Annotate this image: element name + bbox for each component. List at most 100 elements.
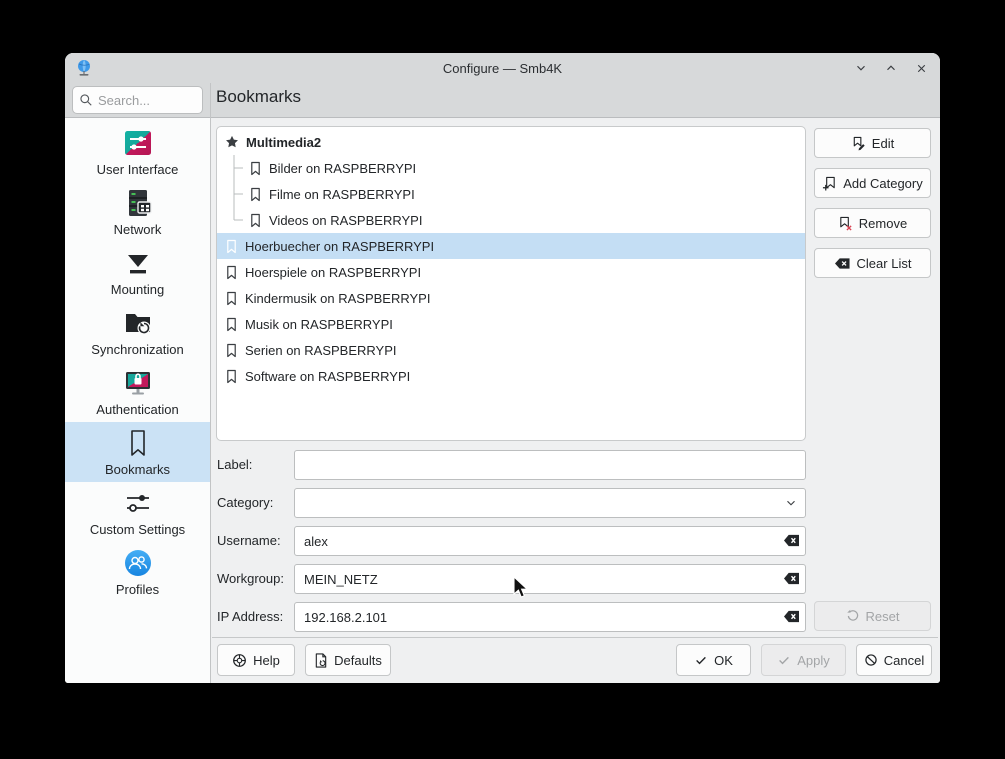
reset-button[interactable]: Reset [814,601,931,631]
bookmark-category-row[interactable]: Multimedia2 [217,129,805,155]
clear-text-icon[interactable] [783,609,800,624]
minimize-button[interactable] [850,57,872,79]
mounting-icon [122,247,154,279]
bookmark-icon [225,265,238,280]
bookmark-icon [249,161,262,176]
bookmark-label: Bilder on RASPBERRYPI [269,161,416,176]
bookmark-row[interactable]: Bilder on RASPBERRYPI [217,155,805,181]
sidebar-item-label: Custom Settings [90,522,185,537]
apply-button[interactable]: Apply [761,644,846,676]
ip-field-wrap [294,602,806,632]
sidebar-item-label: Synchronization [91,342,184,357]
header: Bookmarks [65,83,940,118]
defaults-button[interactable]: Defaults [305,644,391,676]
user-interface-icon [122,127,154,159]
bookmark-icon [249,187,262,202]
bookmark-icon [225,317,238,332]
reset-undo-icon [846,609,860,623]
close-icon [915,62,928,75]
workgroup-field-label: Workgroup: [217,564,292,594]
bookmark-row[interactable]: Serien on RASPBERRYPI [217,337,805,363]
sidebar-item-authentication[interactable]: Authentication [65,362,210,422]
settings-sidebar: User Interface Network Mounting Synchron… [65,118,210,683]
bookmark-row[interactable]: Software on RASPBERRYPI [217,363,805,389]
username-input[interactable] [294,526,806,556]
check-icon [777,653,791,667]
desktop: Configure — Smb4K [0,0,1005,759]
ip-address-input[interactable] [294,602,806,632]
search-box[interactable] [72,86,203,114]
bookmark-label: Musik on RASPBERRYPI [245,317,393,332]
chevron-down-icon [784,496,798,510]
close-button[interactable] [910,57,932,79]
category-field-wrap [294,488,806,518]
bookmark-icon [225,239,238,254]
network-icon [122,187,154,219]
bookmark-list[interactable]: Multimedia2 Bilder on RASPBERRYPI Filme … [216,126,806,441]
chevron-down-icon [854,61,868,75]
bookmarks-page: Multimedia2 Bilder on RASPBERRYPI Filme … [210,118,940,683]
sidebar-item-label: Authentication [96,402,178,417]
category-select[interactable] [294,488,806,518]
bookmark-row[interactable]: Filme on RASPBERRYPI [217,181,805,207]
clear-text-icon[interactable] [783,571,800,586]
bookmark-label: Multimedia2 [246,135,321,150]
bookmark-icon [122,427,154,459]
maximize-button[interactable] [880,57,902,79]
check-icon [694,653,708,667]
sidebar-item-label: Bookmarks [105,462,170,477]
workgroup-input[interactable] [294,564,806,594]
bookmark-row[interactable]: Videos on RASPBERRYPI [217,207,805,233]
sidebar-item-custom-settings[interactable]: Custom Settings [65,482,210,542]
bookmark-row[interactable]: Kindermusik on RASPBERRYPI [217,285,805,311]
label-field-wrap [294,450,806,480]
sidebar-item-user-interface[interactable]: User Interface [65,122,210,182]
custom-settings-icon [122,487,154,519]
clear-text-icon[interactable] [783,533,800,548]
bookmark-icon [225,343,238,358]
bookmark-label: Hoerspiele on RASPBERRYPI [245,265,421,280]
bookmark-row[interactable]: Hoerbuecher on RASPBERRYPI [217,233,805,259]
bookmark-label: Hoerbuecher on RASPBERRYPI [245,239,434,254]
edit-button[interactable]: Edit [814,128,931,158]
help-button[interactable]: Help [217,644,295,676]
add-category-icon [822,176,837,191]
titlebar[interactable]: Configure — Smb4K [65,53,940,83]
window-controls [850,53,932,83]
bookmark-label: Serien on RASPBERRYPI [245,343,397,358]
synchronization-icon [122,307,154,339]
search-icon [79,93,93,107]
remove-bookmark-icon [838,216,853,231]
defaults-document-icon [314,653,328,668]
sidebar-item-mounting[interactable]: Mounting [65,242,210,302]
ip-field-label: IP Address: [217,602,292,632]
cancel-button[interactable]: Cancel [856,644,932,676]
category-field-label: Category: [217,488,292,518]
sidebar-divider [210,83,211,683]
add-category-button[interactable]: Add Category [814,168,931,198]
sidebar-item-label: User Interface [97,162,179,177]
star-icon [225,135,239,149]
profiles-icon [122,547,154,579]
chevron-up-icon [884,61,898,75]
bookmark-icon [249,213,262,228]
clear-list-button[interactable]: Clear List [814,248,931,278]
bookmark-label: Videos on RASPBERRYPI [269,213,422,228]
bookmark-label: Filme on RASPBERRYPI [269,187,415,202]
label-input[interactable] [294,450,806,480]
authentication-icon [122,367,154,399]
ok-button[interactable]: OK [676,644,751,676]
smb4k-app-icon [74,58,94,78]
page-title: Bookmarks [216,87,301,107]
sidebar-item-network[interactable]: Network [65,182,210,242]
search-input[interactable] [98,93,188,108]
remove-button[interactable]: Remove [814,208,931,238]
clear-list-icon [834,256,851,271]
bookmark-row[interactable]: Hoerspiele on RASPBERRYPI [217,259,805,285]
sidebar-item-synchronization[interactable]: Synchronization [65,302,210,362]
bookmark-label: Kindermusik on RASPBERRYPI [245,291,430,306]
sidebar-item-profiles[interactable]: Profiles [65,542,210,602]
sidebar-item-bookmarks[interactable]: Bookmarks [65,422,210,482]
bookmark-row[interactable]: Musik on RASPBERRYPI [217,311,805,337]
bookmark-label: Software on RASPBERRYPI [245,369,410,384]
